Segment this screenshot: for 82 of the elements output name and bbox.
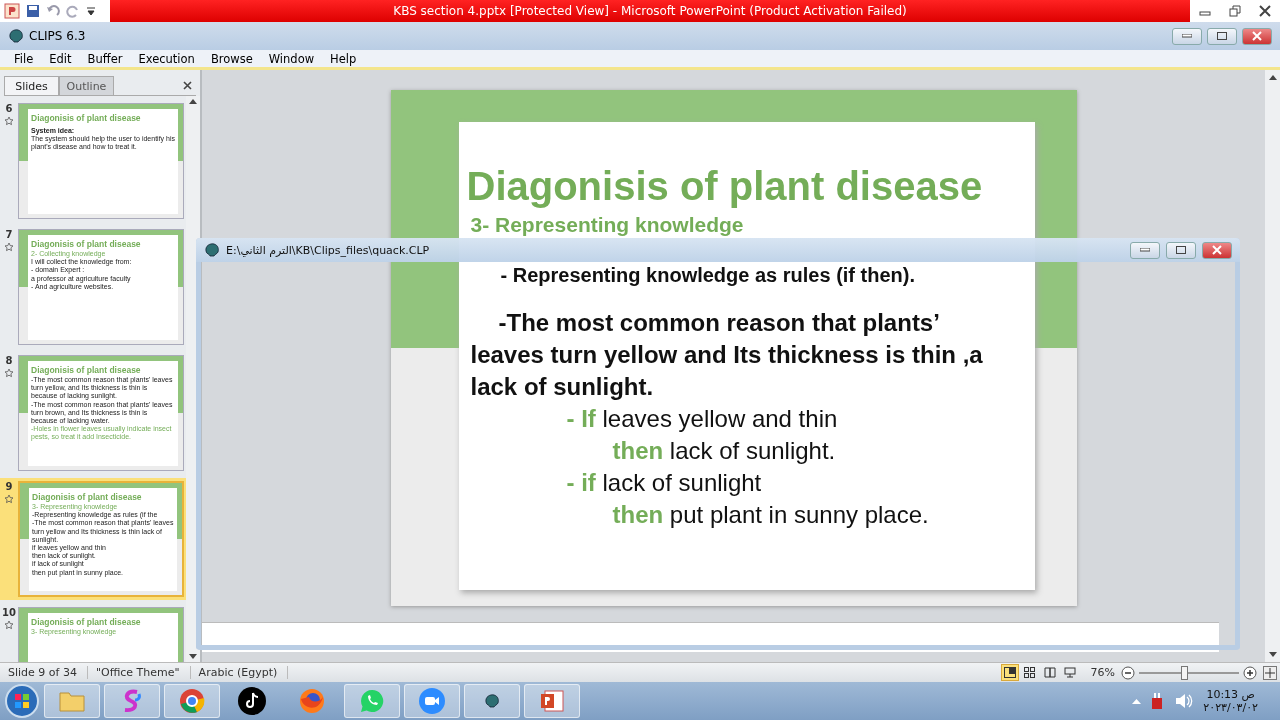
transition-icon (4, 368, 14, 378)
close-icon (1212, 245, 1222, 255)
menu-item[interactable]: Help (322, 51, 365, 66)
rule-line: - if lack of sunlight (565, 468, 763, 498)
zoom-level[interactable]: 76% (1090, 666, 1115, 679)
menu-item[interactable]: File (6, 51, 42, 66)
maximize-button[interactable] (1207, 27, 1237, 45)
fit-icon[interactable] (1263, 665, 1277, 680)
minimize-icon (1182, 34, 1192, 38)
maximize-icon (1176, 246, 1186, 254)
scrollbar[interactable] (1265, 70, 1280, 662)
close-icon (1252, 31, 1262, 41)
close-icon[interactable] (183, 81, 192, 90)
speaker-icon[interactable] (1175, 693, 1194, 709)
minimize-icon (1140, 248, 1150, 252)
slide-number: 8 (5, 355, 13, 366)
transition-icon (4, 620, 14, 630)
rule-line: then put plant in sunny place. (611, 500, 930, 530)
thumbnail-title: Diagonisis of plant disease (31, 365, 142, 376)
status-text: Arabic (Egypt) (190, 666, 289, 679)
transition-icon (4, 242, 14, 252)
scroll-down-icon[interactable] (189, 654, 197, 660)
thumbnail-title: Diagonisis of plant disease (31, 239, 142, 250)
minimize-button[interactable] (1172, 27, 1202, 45)
browser-icon[interactable] (298, 687, 326, 715)
thumbnail-title: Diagonisis of plant disease (32, 492, 143, 503)
rule-line: - If leaves yellow and thin (565, 404, 839, 434)
music-note-icon[interactable] (238, 687, 266, 715)
clock-time[interactable]: ص 10:13 (1206, 688, 1255, 701)
status-text: "Office Theme" (87, 666, 191, 679)
slider-thumb[interactable] (1181, 665, 1188, 680)
save-icon[interactable] (26, 4, 40, 18)
slide-text: -The most common reason that plants’ leaves turn yellow and Its thickness is thin ,a lack of sunlight. (470, 308, 984, 402)
scroll-up-icon[interactable] (1268, 74, 1277, 80)
window-title: CLIPS 6.3 (29, 29, 87, 43)
app-icon (204, 243, 220, 257)
slide-number: 9 (5, 481, 13, 492)
restore-icon[interactable] (1229, 5, 1241, 17)
start-button[interactable] (4, 683, 40, 719)
slide-thumbnail[interactable] (18, 481, 184, 597)
undo-icon[interactable] (46, 4, 60, 18)
maximize-button[interactable] (1166, 241, 1196, 259)
transition-icon (4, 116, 14, 126)
rule-line: then lack of sunlight. (611, 436, 837, 466)
normal-view-button[interactable] (1000, 664, 1019, 681)
powerpoint-icon[interactable] (539, 688, 565, 714)
panel-tab[interactable]: Slides (4, 76, 59, 95)
clock-date[interactable]: ٢٠٢٣/٠٣/٠٢ (1203, 701, 1258, 714)
status-text: Slide 9 of 34 (0, 666, 88, 679)
powerpoint-icon[interactable] (4, 3, 20, 19)
transition-icon (4, 494, 14, 504)
app-icon (8, 29, 24, 43)
app-icon[interactable] (484, 694, 500, 708)
close-button[interactable] (1202, 241, 1232, 259)
slide-subtitle: 3- Representing knowledge (470, 213, 745, 237)
slide-text: - Representing knowledge as rules (if then). (499, 263, 916, 288)
thumbnail-title: Diagonisis of plant disease (31, 617, 142, 628)
browser-icon[interactable] (179, 688, 205, 714)
slide-thumbnail[interactable] (18, 355, 184, 471)
menu-item[interactable]: Window (260, 51, 323, 66)
minimize-button[interactable] (1130, 241, 1160, 259)
scroll-down-icon[interactable] (1268, 652, 1277, 658)
window-title: E:\الترم الثاني\KB\Clips_files\quack.CLP (226, 243, 431, 257)
maximize-icon (1217, 32, 1227, 40)
menu-item[interactable]: Buffer (79, 51, 131, 66)
slide-number: 7 (5, 229, 13, 240)
thumbnail-title: Diagonisis of plant disease (31, 113, 142, 124)
slide-title: Diagonisis of plant disease (466, 164, 984, 209)
scroll-up-icon[interactable] (189, 98, 197, 104)
slide-number: 6 (5, 103, 13, 114)
panel-tab[interactable]: Outline (59, 76, 114, 95)
window-title: KBS section 4.pptx [Protected View] - Microsoft PowerPoint (Product Activation Failed) (393, 4, 907, 18)
slide-number: 10 (2, 607, 16, 618)
menu-item[interactable]: Execution (130, 51, 203, 66)
zoom-in-icon[interactable] (1243, 665, 1257, 680)
close-icon[interactable] (1259, 5, 1271, 17)
zoom-out-icon[interactable] (1121, 665, 1135, 680)
menu-item[interactable]: Browse (202, 51, 261, 66)
video-call-icon[interactable] (418, 687, 446, 715)
menu-item[interactable]: Edit (41, 51, 80, 66)
close-button[interactable] (1242, 27, 1272, 45)
dropdown-icon[interactable] (86, 4, 96, 18)
